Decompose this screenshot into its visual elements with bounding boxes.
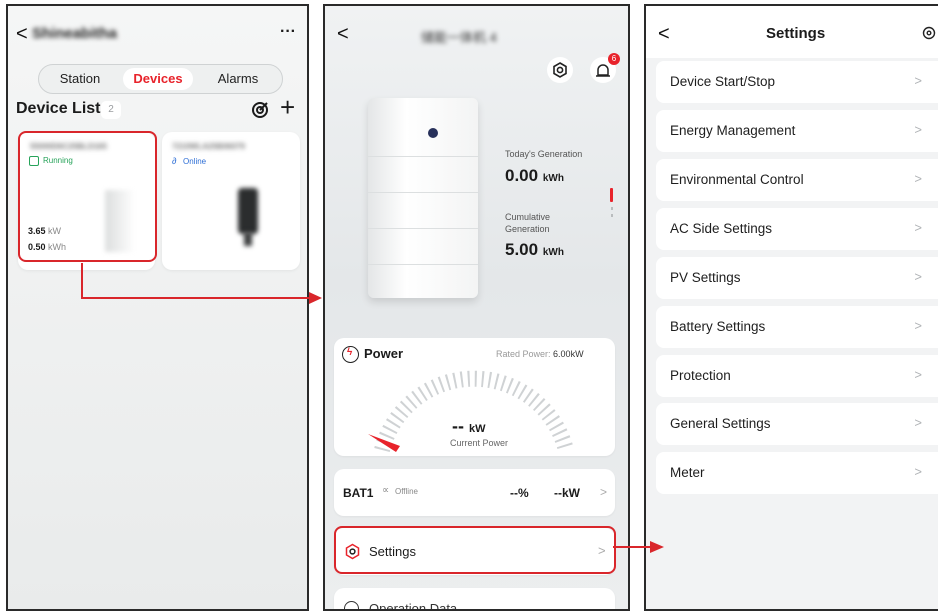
settings-item-environmental-control[interactable]: Environmental Control > <box>656 159 938 201</box>
storage-unit-image <box>368 98 478 298</box>
cumulative-generation-label: Cumulative Generation <box>505 212 551 234</box>
chevron-right-icon: > <box>600 485 608 499</box>
operation-data-label: Operation Data <box>369 601 458 611</box>
add-device-button[interactable]: + <box>280 94 295 120</box>
settings-item-label: Energy Management <box>670 123 796 138</box>
battery-row[interactable]: BAT1 ∝ Offline --% --kW > <box>334 469 615 516</box>
battery-name: BAT1 <box>343 486 374 500</box>
device-list-title: Device List <box>16 100 101 117</box>
highlight-settings-row <box>334 526 616 574</box>
cumulative-generation-value: 5.00 kWh <box>505 240 564 259</box>
device-serial: 7210WLA25B06079 <box>172 142 245 151</box>
device-count-badge: 2 <box>101 101 121 119</box>
chevron-right-icon: > <box>914 220 922 235</box>
page-indicator-active <box>610 188 613 202</box>
alarm-count-badge: 6 <box>608 53 620 65</box>
scan-icon[interactable] <box>251 101 269 119</box>
chevron-right-icon: > <box>914 464 922 479</box>
battery-status: Offline <box>395 487 418 496</box>
settings-item-energy-management[interactable]: Energy Management > <box>656 110 938 152</box>
page-indicator <box>611 207 613 210</box>
chevron-right-icon: > <box>914 122 922 137</box>
page-title: Settings <box>766 25 826 42</box>
settings-shortcut-icon[interactable] <box>547 57 573 83</box>
back-button[interactable]: < <box>658 24 670 44</box>
rated-power: Rated Power: 6.00kW <box>496 349 584 359</box>
current-power-value: -- kW <box>452 416 486 436</box>
settings-screen: < Settings Device Start/Stop > Energy Man… <box>644 4 938 611</box>
battery-soc: --% <box>510 486 529 500</box>
settings-item-pv-settings[interactable]: PV Settings > <box>656 257 938 299</box>
meter-image <box>238 188 258 234</box>
device-list-screen: < Shineabitha ··· Station Devices Alarms… <box>6 4 309 611</box>
page-indicator <box>611 214 613 217</box>
battery-power: --kW <box>554 486 580 500</box>
operation-data-row[interactable]: Operation Data <box>334 588 615 611</box>
operation-data-icon <box>344 601 359 609</box>
settings-item-label: AC Side Settings <box>670 221 773 236</box>
device-icon[interactable] <box>922 26 936 40</box>
today-generation-label: Today's Generation <box>505 149 583 159</box>
tab-devices[interactable]: Devices <box>123 68 193 90</box>
power-card: ϟ Power Rated Power: 6.00kW -- kW Curren… <box>334 338 615 456</box>
current-power-label: Current Power <box>450 438 509 448</box>
chevron-right-icon: > <box>914 269 922 284</box>
power-icon: ϟ <box>342 346 359 363</box>
device-card-2[interactable]: 7210WLA25B06079 ∂ Online <box>162 132 300 270</box>
chevron-right-icon: > <box>914 171 922 186</box>
chevron-right-icon: > <box>914 367 922 382</box>
settings-item-label: Environmental Control <box>670 172 804 187</box>
settings-item-label: General Settings <box>670 416 771 431</box>
chevron-right-icon: > <box>914 318 922 333</box>
device-title: 储能一体机 4 <box>421 30 497 45</box>
settings-item-device-start-stop[interactable]: Device Start/Stop > <box>656 61 938 103</box>
settings-item-label: PV Settings <box>670 270 741 285</box>
tab-alarms[interactable]: Alarms <box>201 68 275 90</box>
more-button[interactable]: ··· <box>280 23 296 41</box>
settings-item-battery-settings[interactable]: Battery Settings > <box>656 306 938 348</box>
settings-item-label: Battery Settings <box>670 319 766 334</box>
station-name: Shineabitha <box>32 25 118 42</box>
today-generation-value: 0.00 kWh <box>505 166 564 185</box>
offline-icon: ∝ <box>382 485 390 496</box>
settings-item-ac-side-settings[interactable]: AC Side Settings > <box>656 208 938 250</box>
settings-item-label: Device Start/Stop <box>670 74 776 89</box>
chevron-right-icon: > <box>914 415 922 430</box>
back-button[interactable]: < <box>337 24 349 44</box>
highlight-device-card <box>18 131 157 262</box>
link-icon: ∂ <box>172 156 177 166</box>
settings-item-label: Protection <box>670 368 731 383</box>
back-button[interactable]: < <box>16 24 28 44</box>
chevron-right-icon: > <box>914 73 922 88</box>
settings-item-protection[interactable]: Protection > <box>656 355 938 397</box>
device-detail-screen: < 储能一体机 4 6 Today's Generation 0.00 kWh … <box>323 4 630 611</box>
settings-item-meter[interactable]: Meter > <box>656 452 938 494</box>
settings-item-general-settings[interactable]: General Settings > <box>656 403 938 445</box>
device-status: Online <box>183 157 207 166</box>
power-card-title: Power <box>364 346 404 361</box>
view-tabs: Station Devices Alarms <box>38 64 283 94</box>
tab-station[interactable]: Station <box>45 68 115 90</box>
settings-item-label: Meter <box>670 465 705 480</box>
